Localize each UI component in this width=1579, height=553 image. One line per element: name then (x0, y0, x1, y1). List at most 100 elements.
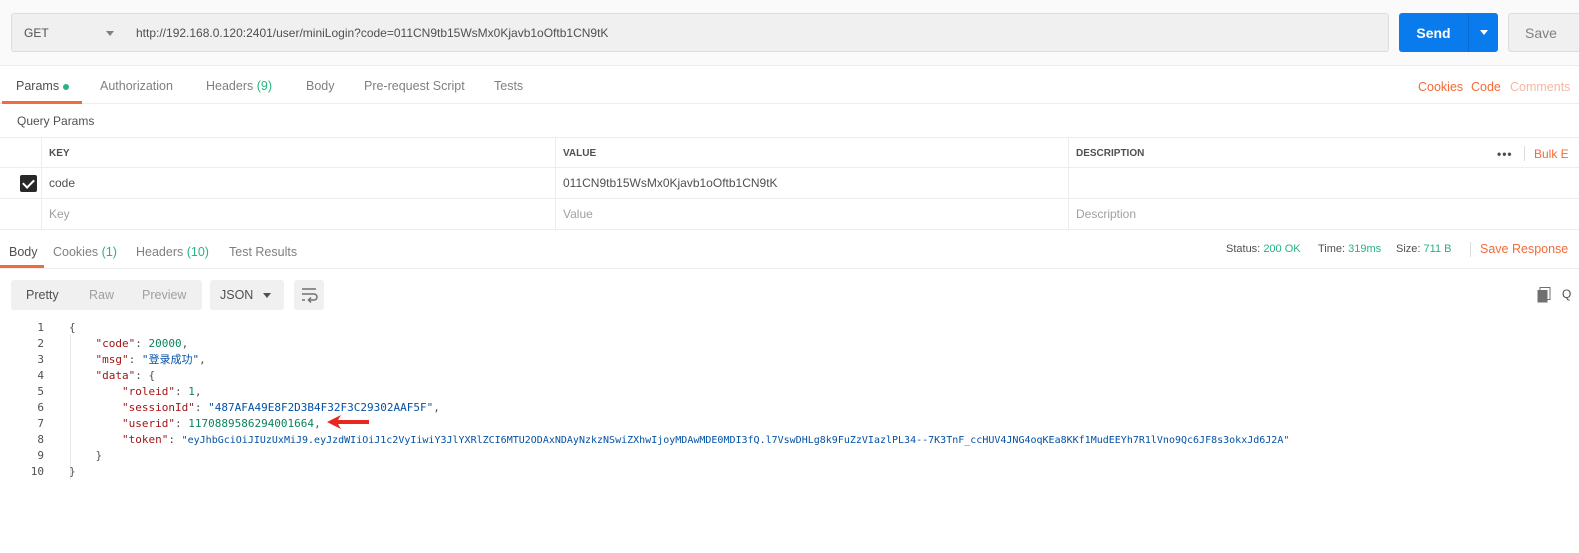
code-text: "token": "eyJhbGciOiJIUzUxMiJ9.eyJzdWIiO… (121, 432, 1290, 446)
more-options-icon[interactable]: ••• (1497, 147, 1513, 161)
copy-icon[interactable] (1537, 287, 1551, 303)
tab-prerequest-script[interactable]: Pre-request Script (364, 79, 465, 93)
preview-button[interactable]: Preview (142, 288, 186, 302)
tab-headers[interactable]: Headers (9) (206, 79, 272, 93)
line-number: 8 (37, 432, 44, 446)
tab-response-cookies-count: (1) (101, 245, 117, 259)
tab-params[interactable]: Params (16, 79, 70, 93)
line-number: 1 (37, 320, 44, 334)
line-number: 3 (37, 352, 44, 366)
pretty-button[interactable]: Pretty (26, 288, 59, 302)
json-number: 20000 (148, 336, 182, 350)
table-row: code 011CN9tb15WsMx0Kjavb1oOftb1CN9tK (0, 168, 1579, 199)
code-line: 9 } (0, 447, 1579, 463)
new-value-field[interactable]: Value (555, 199, 1068, 229)
param-enabled-checkbox[interactable] (20, 175, 37, 192)
tab-body[interactable]: Body (306, 79, 335, 93)
json-key: "userid" (121, 416, 175, 430)
json-key: "data" (95, 368, 136, 382)
param-description-field[interactable] (1068, 168, 1488, 198)
json-string: "登录成功" (141, 353, 200, 366)
code-line: 8 "token": "eyJhbGciOiJIUzUxMiJ9.eyJzdWI… (0, 431, 1579, 447)
tab-authorization[interactable]: Authorization (100, 79, 173, 93)
params-active-dot-icon (63, 83, 70, 90)
code-text: } (69, 464, 76, 478)
active-response-tab-indicator (0, 265, 44, 268)
annotation-arrow-icon (327, 415, 369, 429)
save-response-button[interactable]: Save Response (1480, 242, 1568, 256)
new-description-field[interactable]: Description (1068, 199, 1488, 229)
divider (1524, 146, 1525, 161)
method-select[interactable]: GET (11, 13, 127, 52)
status-label: Status: (1226, 243, 1261, 255)
line-number: 10 (30, 464, 44, 478)
tab-response-body[interactable]: Body (9, 245, 38, 259)
tab-response-headers-label: Headers (136, 245, 184, 259)
code-line: 2 "code": 20000, (0, 335, 1579, 351)
json-number: 1 (188, 384, 195, 398)
cookies-link[interactable]: Cookies (1418, 80, 1463, 94)
code-line: 5 "roleid": 1, (0, 383, 1579, 399)
code-line: 3 "msg": "登录成功", (0, 351, 1579, 367)
json-key: "code" (95, 336, 136, 350)
time-value: 319ms (1348, 243, 1382, 255)
tab-response-headers-count: (10) (186, 245, 209, 259)
code-line: 7 "userid": 1170889586294001664, (0, 415, 1579, 431)
code-text: "code": 20000, (95, 336, 189, 350)
code-line: 6 "sessionId": "487AFA49E8F2D3B4F32F3C29… (0, 399, 1579, 415)
request-bar: GET http://192.168.0.120:2401/user/miniL… (0, 0, 1579, 66)
send-options-chevron-icon[interactable] (1468, 13, 1498, 52)
chevron-down-icon (106, 31, 114, 36)
column-header-value: VALUE (555, 138, 1068, 168)
size-info: Size: 711 B (1396, 243, 1451, 255)
tab-response-cookies[interactable]: Cookies (1) (53, 245, 117, 259)
code-text: "roleid": 1, (121, 384, 202, 398)
line-number: 7 (37, 416, 44, 430)
code-text: { (69, 320, 76, 334)
save-button[interactable]: Save (1508, 13, 1579, 52)
line-number: 4 (37, 368, 44, 382)
url-input[interactable]: http://192.168.0.120:2401/user/miniLogin… (126, 13, 1389, 52)
bulk-edit-link[interactable]: Bulk E (1534, 147, 1569, 161)
new-key-field[interactable]: Key (41, 199, 555, 229)
json-number: 1170889586294001664 (188, 416, 315, 430)
code-line: 4 "data": { (0, 367, 1579, 383)
send-button[interactable]: Send (1399, 13, 1468, 52)
code-text: "data": { (95, 368, 156, 382)
size-label: Size: (1396, 243, 1421, 255)
json-string: "487AFA49E8F2D3B4F32F3C29302AAF5F" (208, 400, 434, 414)
code-line: 10 } (0, 463, 1579, 479)
line-number: 6 (37, 400, 44, 414)
tab-response-headers[interactable]: Headers (10) (136, 245, 209, 259)
search-icon[interactable]: Q (1562, 287, 1571, 301)
tab-test-results[interactable]: Test Results (229, 245, 297, 259)
request-tabs: Params Authorization Headers (9) Body Pr… (0, 66, 1579, 104)
time-info: Time: 319ms (1318, 243, 1381, 255)
column-header-description: DESCRIPTION (1068, 138, 1488, 168)
code-text: "userid": 1170889586294001664, (121, 416, 321, 430)
status-value: 200 OK (1263, 243, 1301, 255)
table-row-new: Key Value Description (0, 199, 1579, 230)
size-value: 711 B (1423, 243, 1452, 255)
json-key: "sessionId" (121, 400, 195, 414)
tab-headers-label: Headers (206, 79, 254, 93)
divider (1470, 242, 1471, 257)
tab-tests[interactable]: Tests (494, 79, 523, 93)
code-link[interactable]: Code (1471, 80, 1501, 94)
language-select[interactable]: JSON (210, 280, 284, 310)
column-header-key: KEY (41, 138, 555, 168)
json-key: "msg" (95, 353, 129, 366)
time-label: Time: (1318, 243, 1346, 255)
tab-response-cookies-label: Cookies (53, 245, 99, 259)
comments-link[interactable]: Comments (1510, 80, 1570, 94)
line-number: 2 (37, 336, 44, 350)
param-value-field[interactable]: 011CN9tb15WsMx0Kjavb1oOftb1CN9tK (555, 168, 1068, 198)
wrap-icon (302, 288, 318, 304)
param-key-field[interactable]: code (41, 168, 555, 198)
raw-button[interactable]: Raw (89, 288, 114, 302)
code-line: 1 { (0, 319, 1579, 335)
wrap-lines-button[interactable] (294, 280, 324, 310)
status-info: Status: 200 OK (1226, 243, 1301, 255)
json-key: "roleid" (121, 384, 175, 398)
table-header-row: KEY VALUE DESCRIPTION ••• Bulk E (0, 137, 1579, 168)
